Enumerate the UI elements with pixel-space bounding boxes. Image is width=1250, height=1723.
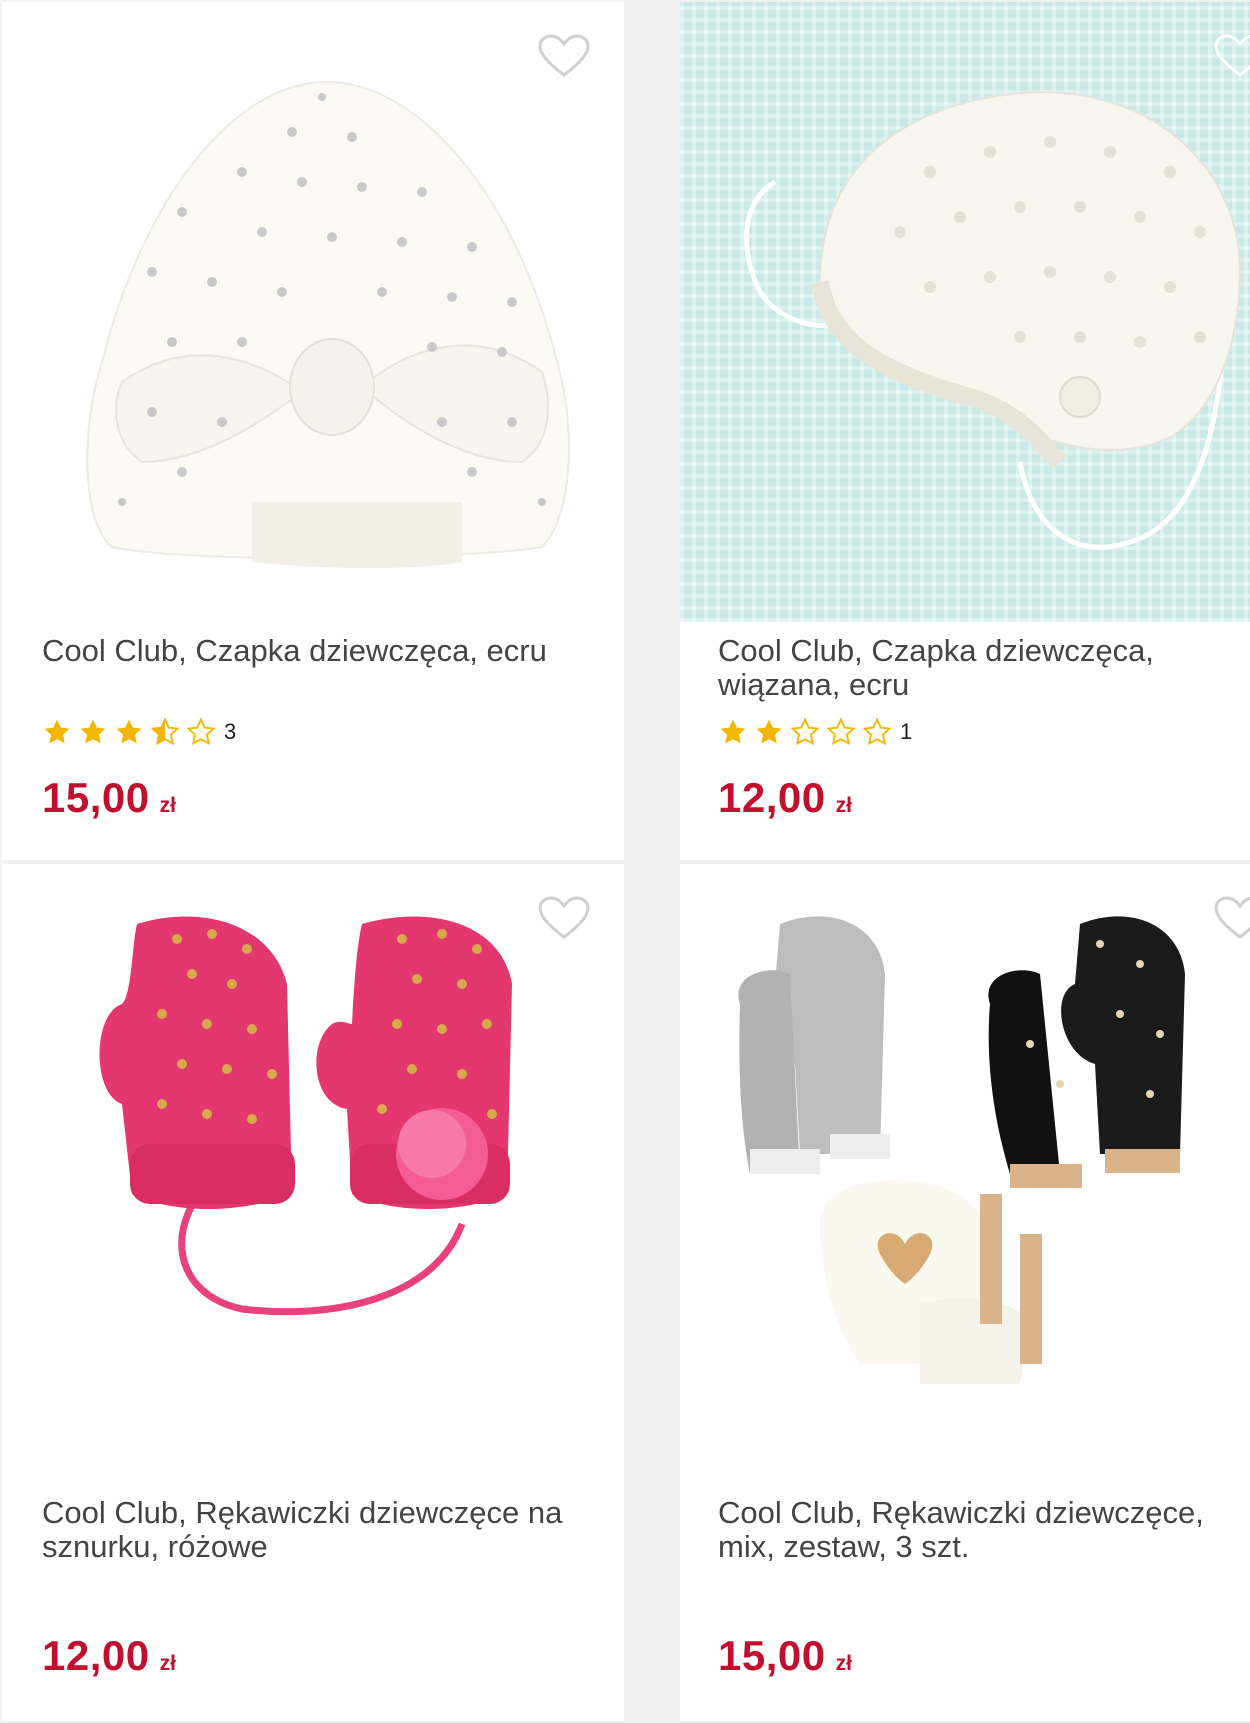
white-turban-hat-image: [86, 80, 570, 568]
white-knit-bonnet-image: [744, 90, 1242, 550]
star-icon: [756, 719, 782, 744]
star-half-icon: [150, 717, 180, 746]
favorite-button[interactable]: [538, 896, 590, 940]
star-icon: [116, 719, 142, 744]
price-currency: zł: [835, 794, 852, 817]
product-image[interactable]: [680, 2, 1250, 622]
star-icon: [44, 719, 70, 744]
product-title[interactable]: Cool Club, Rękawiczki dziewczęce, mix, z…: [718, 1496, 1250, 1564]
price-amount: 15,00: [42, 774, 150, 821]
heart-outline-icon: [1214, 34, 1250, 77]
product-price: 15,00 zł: [718, 1632, 852, 1680]
price-amount: 12,00: [42, 1632, 150, 1679]
product-rating: 1: [718, 716, 912, 748]
price-currency: zł: [835, 1652, 852, 1675]
product-image[interactable]: [2, 2, 624, 622]
product-rating: 3: [42, 716, 236, 748]
product-card[interactable]: Cool Club, Czapka dziewczęca, wiązana, e…: [680, 2, 1250, 860]
product-card[interactable]: Cool Club, Rękawiczki dziewczęce na sznu…: [2, 864, 624, 1721]
favorite-button[interactable]: [1214, 896, 1250, 940]
product-card[interactable]: Cool Club, Rękawiczki dziewczęce, mix, z…: [680, 864, 1250, 1721]
product-price: 12,00 zł: [718, 774, 852, 822]
product-title[interactable]: Cool Club, Czapka dziewczęca, wiązana, e…: [718, 634, 1250, 702]
favorite-button[interactable]: [1214, 34, 1250, 78]
heart-outline-icon: [1214, 896, 1250, 939]
price-currency: zł: [159, 1652, 176, 1675]
price-currency: zł: [159, 794, 176, 817]
price-amount: 15,00: [718, 1632, 826, 1679]
product-price: 12,00 zł: [42, 1632, 176, 1680]
rating-count: 3: [224, 719, 237, 744]
rating-count: 1: [900, 719, 913, 744]
star-icon: [720, 719, 746, 744]
pink-mittens-image: [99, 916, 512, 1316]
star-empty-icon: [826, 717, 856, 746]
price-amount: 12,00: [718, 774, 826, 821]
product-price: 15,00 zł: [42, 774, 176, 822]
product-title[interactable]: Cool Club, Czapka dziewczęca, ecru: [42, 634, 582, 668]
favorite-button[interactable]: [538, 34, 590, 78]
star-empty-icon: [790, 717, 820, 746]
star-icon: [80, 719, 106, 744]
product-image[interactable]: [2, 864, 624, 1484]
star-empty-icon: [186, 717, 216, 746]
product-image[interactable]: [680, 864, 1250, 1484]
product-title[interactable]: Cool Club, Rękawiczki dziewczęce na sznu…: [42, 1496, 582, 1564]
star-empty-icon: [862, 717, 892, 746]
heart-outline-icon: [538, 34, 590, 77]
mittens-set-image: [738, 916, 1185, 1384]
product-card[interactable]: Cool Club, Czapka dziewczęca, ecru 3 15,…: [2, 2, 624, 860]
heart-outline-icon: [538, 896, 590, 939]
